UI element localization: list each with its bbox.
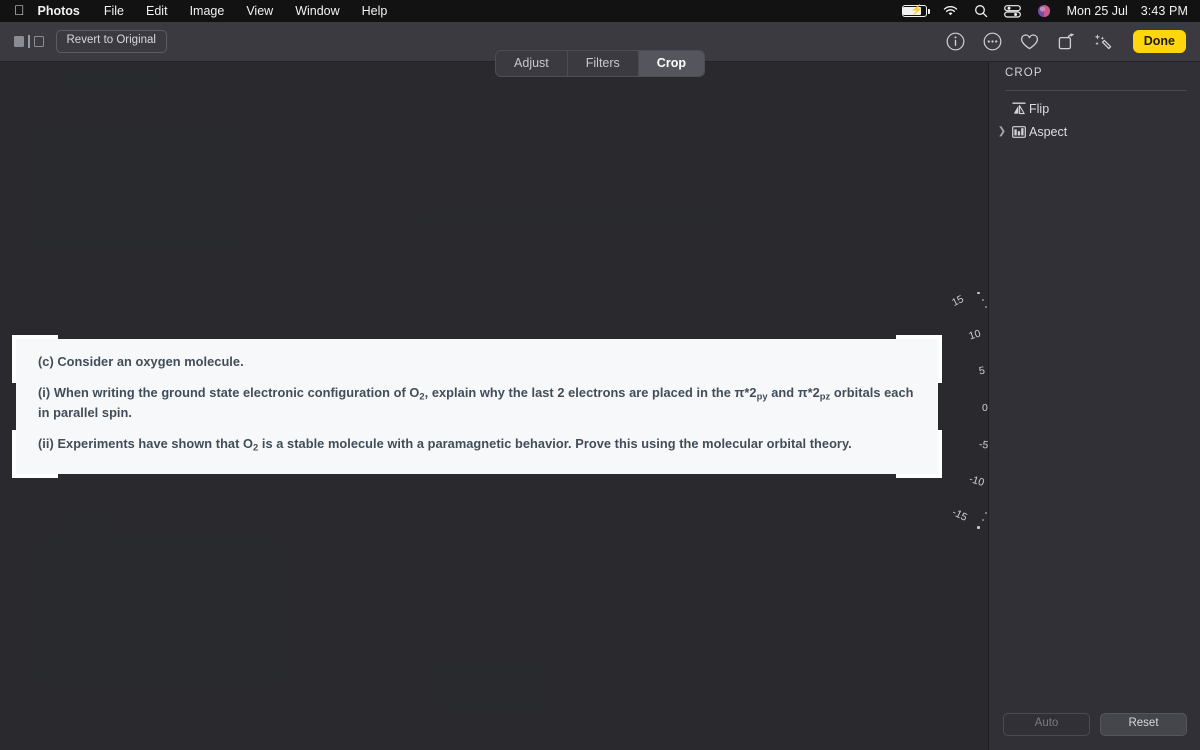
dial-label-10: 10 [967,327,982,343]
editor-toolbar: Revert to Original Adjust Filters Crop D… [0,22,1200,77]
photos-editor-window:  Photos File Edit Image View Window Hel… [0,0,1200,750]
revert-to-original-button[interactable]: Revert to Original [55,30,167,53]
crop-handle-top-left-h[interactable] [12,335,58,339]
more-options-icon[interactable] [982,31,1004,53]
ghost-shape [30,131,240,251]
crop-handle-bottom-left[interactable] [12,430,16,476]
menu-item-image[interactable]: Image [179,0,236,22]
dial-label-minus15: -15 [950,506,970,524]
dial-label-minus10: -10 [967,473,986,490]
wifi-icon[interactable] [935,5,966,17]
compare-toggle-icon[interactable] [14,35,44,48]
sidebar-item-flip-label: Flip [1029,101,1050,116]
sidebar-item-flip[interactable]: Flip [989,97,1200,120]
tab-crop[interactable]: Crop [637,51,704,76]
ghost-shape [440,661,550,711]
flip-icon [1009,102,1029,115]
dial-tick [981,519,984,522]
dial-label-5: 5 [977,364,986,378]
auto-button[interactable]: Auto [1003,713,1090,736]
ghost-shape [420,211,720,225]
rotate-icon[interactable] [1056,31,1078,53]
siri-icon[interactable] [1029,4,1059,18]
sidebar-divider [1005,90,1187,91]
sidebar-footer-buttons: Auto Reset [989,713,1200,736]
sidebar-options-list: Flip ❯ Aspect [989,97,1200,143]
document-page: (c) Consider an oxygen molecule. (i) Whe… [16,339,938,474]
reset-button[interactable]: Reset [1100,713,1187,736]
dial-tick [977,526,981,530]
paragraph-part-c: (c) Consider an oxygen molecule. [38,354,244,369]
dial-label-minus5: -5 [977,438,988,452]
favorite-heart-icon[interactable] [1019,31,1041,53]
info-icon[interactable] [945,31,967,53]
sidebar-item-aspect-label: Aspect [1029,124,1068,139]
paragraph-part-i: (i) When writing the ground state electr… [38,385,914,420]
macos-menu-bar:  Photos File Edit Image View Window Hel… [0,0,1200,22]
dial-tick [977,291,981,295]
rotation-dial[interactable]: 15 10 5 0 -5 -10 -15 [900,291,988,530]
tab-filters[interactable]: Filters [566,51,638,76]
menu-item-window[interactable]: Window [284,0,350,22]
toolbar-right-group: Done [945,22,1186,61]
ghost-shape [60,73,155,91]
menu-item-view[interactable]: View [235,0,284,22]
menu-item-edit[interactable]: Edit [135,0,179,22]
crop-selection-area[interactable]: (c) Consider an oxygen molecule. (i) Whe… [12,335,942,478]
document-text-block: (c) Consider an oxygen molecule. (i) Whe… [16,339,938,464]
tab-adjust[interactable]: Adjust [496,51,567,76]
dial-label-0: 0 [982,402,988,414]
edit-mode-segmented-control: Adjust Filters Crop [495,50,705,77]
search-icon[interactable] [966,4,996,18]
menu-item-photos[interactable]: Photos [38,0,93,22]
ghost-shape [40,539,280,684]
menu-bar-date[interactable]: Mon 25 Jul [1059,0,1133,22]
aspect-icon [1009,125,1029,138]
sidebar-item-aspect[interactable]: ❯ Aspect [989,120,1200,143]
menu-item-file[interactable]: File [93,0,135,22]
crop-handle-bottom-left-h[interactable] [12,474,58,478]
dial-label-15: 15 [950,292,967,309]
sidebar-title: CROP [1005,67,1043,79]
done-button[interactable]: Done [1132,30,1186,53]
image-canvas[interactable]: (c) Consider an oxygen molecule. (i) Whe… [0,61,988,750]
menu-item-help[interactable]: Help [351,0,399,22]
apple-menu-icon[interactable]:  [0,3,38,17]
chevron-right-icon[interactable]: ❯ [995,120,1009,143]
toolbar-left-group: Revert to Original [14,22,167,61]
menu-bar-clock[interactable]: 3:43 PM [1133,0,1200,22]
control-center-icon[interactable] [996,4,1029,18]
paragraph-part-ii: (ii) Experiments have shown that O2 is a… [38,435,852,453]
dial-tick [981,298,984,301]
battery-charging-icon[interactable]: ⚡ [894,5,935,17]
crop-handle-top-left[interactable] [12,337,16,383]
crop-sidebar: CROP Flip ❯ Aspect Auto Reset [988,61,1200,750]
auto-enhance-icon[interactable] [1093,31,1115,53]
